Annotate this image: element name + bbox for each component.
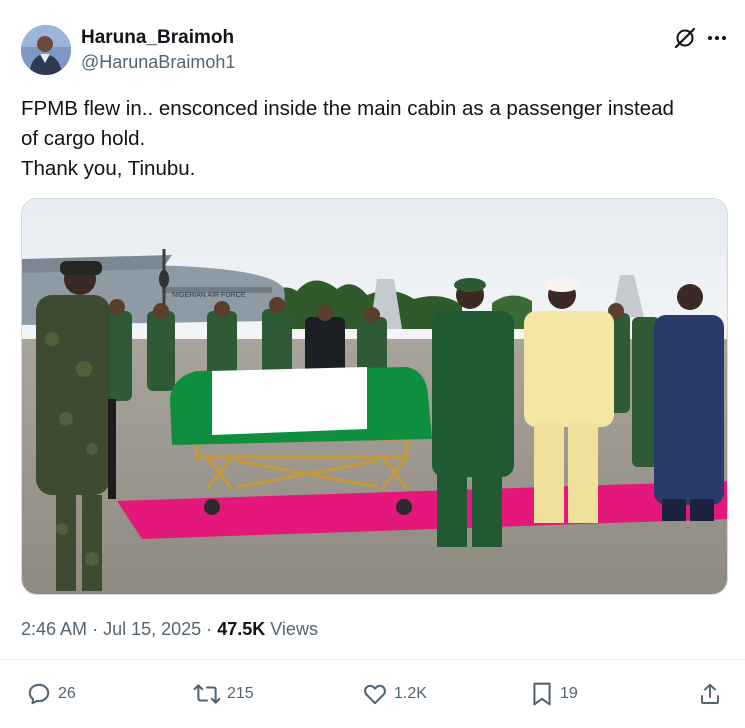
like-button[interactable]: 1.2K (362, 680, 427, 708)
aircraft-label: NIGERIAN AIR FORCE (172, 292, 246, 299)
tweet-photo[interactable]: NIGERIAN AIR FORCE (21, 198, 728, 595)
repost-count: 215 (227, 685, 254, 702)
tweet-text-line: FPMB flew in.. ensconced inside the main… (21, 97, 674, 120)
tweet-date[interactable]: Jul 15, 2025 (103, 619, 201, 639)
like-icon (362, 681, 388, 707)
repost-icon (193, 681, 221, 707)
tweet-text-line: of cargo hold. (21, 127, 146, 150)
reply-count: 26 (58, 685, 76, 702)
repost-button[interactable]: 215 (193, 680, 254, 708)
author-handle[interactable]: @HarunaBraimoh1 (81, 52, 235, 73)
bookmark-icon (530, 681, 554, 707)
grok-icon[interactable] (673, 26, 697, 50)
views-count: 47.5K (217, 619, 266, 639)
tweet-text: FPMB flew in.. ensconced inside the main… (21, 94, 726, 184)
reply-icon (26, 681, 52, 707)
meta-separator: · (92, 619, 99, 639)
author-display-name[interactable]: Haruna_Braimoh (81, 27, 234, 49)
views-label: Views (270, 619, 318, 639)
tweet: Haruna_Braimoh @HarunaBraimoh1 FPMB flew… (0, 0, 745, 728)
reply-button[interactable]: 26 (26, 680, 76, 708)
like-count: 1.2K (394, 685, 427, 702)
bookmark-count: 19 (560, 685, 578, 702)
meta-separator: · (206, 619, 213, 639)
share-button[interactable] (698, 680, 722, 708)
divider (0, 659, 745, 660)
share-icon (698, 681, 722, 707)
bookmark-button[interactable]: 19 (530, 680, 578, 708)
tweet-meta: 2:46 AM · Jul 15, 2025 · 47.5K Views (21, 619, 318, 640)
tweet-time[interactable]: 2:46 AM (21, 619, 87, 639)
avatar[interactable] (21, 25, 71, 75)
tweet-text-line: Thank you, Tinubu. (21, 157, 196, 180)
more-icon[interactable] (705, 26, 729, 50)
